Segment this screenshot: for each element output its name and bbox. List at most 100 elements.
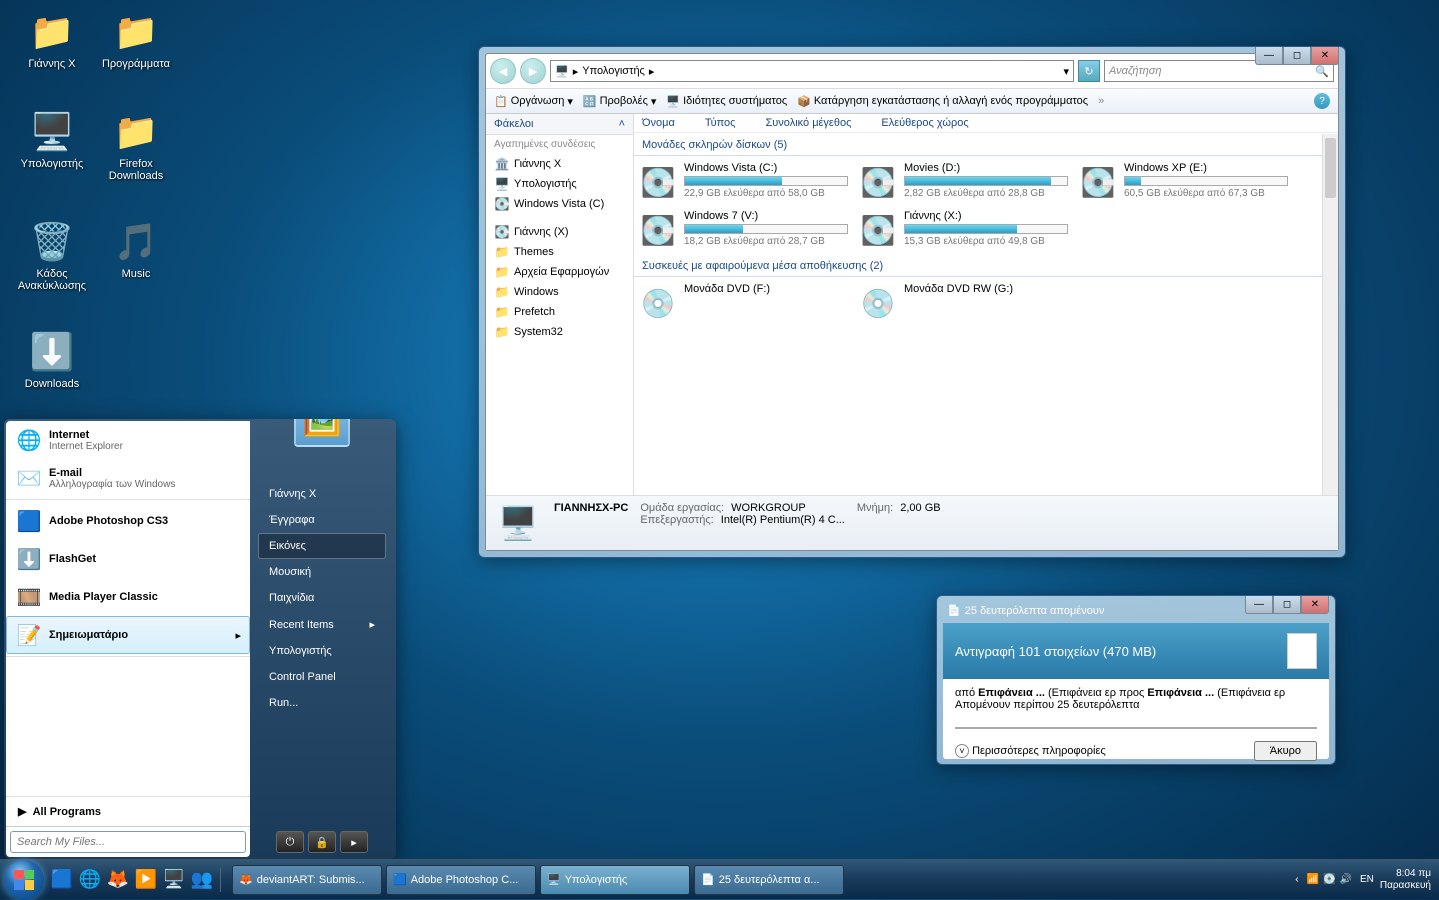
address-bar[interactable]: 🖥️ ▸ Υπολογιστής ▸ ▾ [550, 60, 1074, 82]
minimize-button[interactable]: — [1245, 596, 1273, 614]
user-avatar[interactable]: 🖼️ [294, 419, 350, 447]
desktop-icon[interactable]: 🗑️Κάδος Ανακύκλωσης [12, 218, 92, 292]
start-menu-right-item[interactable]: Recent Items▸ [258, 611, 386, 638]
κάδος-ανακύκλωσης-icon: 🗑️ [28, 218, 76, 266]
tray-icon[interactable]: 📶 [1307, 874, 1319, 885]
music-icon: 🎵 [112, 218, 160, 266]
views-button[interactable]: 🔠 Προβολές ▾ [583, 95, 657, 108]
taskbar-task[interactable]: 🖥️Υπολογιστής [540, 865, 690, 895]
desktop-icon[interactable]: 📁Γιάννης X [12, 8, 92, 70]
cancel-button[interactable]: Άκυρο [1254, 741, 1317, 761]
desktop-icon[interactable]: 📁Προγράμματα [96, 8, 176, 70]
start-menu-right-item[interactable]: Μουσική [258, 559, 386, 585]
start-search-input[interactable] [10, 831, 246, 853]
tree-item[interactable]: 🖥️Υπολογιστής [486, 174, 633, 194]
column-header[interactable]: Τύπος [705, 117, 736, 129]
close-button[interactable]: ✕ [1301, 596, 1329, 614]
drive-item[interactable]: 💿Μονάδα DVD (F:) [638, 283, 848, 323]
maximize-button[interactable]: ◻ [1283, 47, 1311, 65]
drive-icon: 💽 [638, 210, 678, 250]
help-button[interactable]: ? [1314, 93, 1330, 109]
language-indicator[interactable]: EN [1360, 874, 1374, 885]
favorites-header: Αγαπημένες συνδέσεις [486, 135, 633, 154]
tree-item[interactable]: 🏛️Γιάννης X [486, 154, 633, 174]
tree-item[interactable]: 💽Windows Vista (C) [486, 194, 633, 214]
nav-forward-button[interactable]: ► [520, 58, 546, 84]
start-menu-right-item[interactable]: Control Panel [258, 664, 386, 690]
start-menu-right-item[interactable]: Run... [258, 690, 386, 716]
desktop-icon[interactable]: 🖥️Υπολογιστής [12, 108, 92, 170]
nav-back-button[interactable]: ◄ [490, 58, 516, 84]
app-icon: 🌐 [15, 426, 43, 454]
power-options-button[interactable]: ▸ [340, 831, 368, 853]
tree-item[interactable]: 📁Windows [486, 282, 633, 302]
tray-icon[interactable]: 💽 [1323, 874, 1335, 885]
desktop-icon[interactable]: ⬇️Downloads [12, 328, 92, 390]
folder-icon: 💽 [494, 224, 510, 240]
maximize-button[interactable]: ◻ [1273, 596, 1301, 614]
uninstall-button[interactable]: 📦 Κατάργηση εγκατάστασης ή αλλαγή ενός π… [797, 95, 1088, 108]
tree-item[interactable]: 💽Γιάννης (X) [486, 222, 633, 242]
system-properties-button[interactable]: 🖥️ Ιδιότητες συστήματος [666, 95, 787, 108]
power-button[interactable]: ⏻ [276, 831, 304, 853]
drive-item[interactable]: 💽Windows 7 (V:)18,2 GB ελεύθερα από 28,7… [638, 210, 848, 250]
start-menu-right-item[interactable]: Παιχνίδια [258, 585, 386, 611]
quicklaunch-item[interactable]: 🟦 [48, 865, 76, 895]
column-header[interactable]: Όνομα [642, 117, 675, 129]
status-bar: 🖥️ ΓΙΑΝΝΗΣΧ-PC Ομάδα εργασίας: WORKGROUP… [486, 495, 1338, 550]
drive-item[interactable]: 💽Windows Vista (C:)22,9 GB ελεύθερα από … [638, 162, 848, 202]
quicklaunch-item[interactable]: 👥 [188, 865, 216, 895]
start-menu-right-item[interactable]: Εικόνες [258, 533, 386, 559]
drive-item[interactable]: 💽Movies (D:)2,82 GB ελεύθερα από 28,8 GB [858, 162, 1068, 202]
group-removable[interactable]: Συσκευές με αφαιρούμενα μέσα αποθήκευσης… [634, 256, 1338, 277]
drive-item[interactable]: 💽Γιάννης (X:)15,3 GB ελεύθερα από 49,8 G… [858, 210, 1068, 250]
copy-dialog: — ◻ ✕ 📄 25 δευτερόλεπτα απομένουν Αντιγρ… [936, 595, 1336, 765]
folders-header[interactable]: Φάκελοι˄ [486, 114, 633, 135]
quicklaunch-item[interactable]: ▶️ [132, 865, 160, 895]
drive-item[interactable]: 💿Μονάδα DVD RW (G:) [858, 283, 1068, 323]
tray-expand[interactable]: ‹ [1295, 874, 1298, 885]
system-tray: ‹ 📶 💽 🔊 EN 8:04 πμ Παρασκευή [1287, 868, 1439, 892]
breadcrumb[interactable]: Υπολογιστής [582, 65, 645, 77]
copy-banner: Αντιγραφή 101 στοιχείων (470 MB) [943, 623, 1329, 679]
start-menu-item[interactable]: 🎞️Media Player Classic [6, 578, 250, 616]
tray-icon[interactable]: 🔊 [1340, 874, 1352, 885]
column-header[interactable]: Ελεύθερος χώρος [881, 117, 968, 129]
taskbar-task[interactable]: 📄25 δευτερόλεπτα α... [694, 865, 844, 895]
start-menu-right-item[interactable]: Γιάννης X [258, 481, 386, 507]
start-menu-item[interactable]: 🌐InternetInternet Explorer [6, 421, 250, 459]
lock-button[interactable]: 🔒 [308, 831, 336, 853]
organize-button[interactable]: 📋 Οργάνωση ▾ [494, 95, 573, 108]
taskbar-task[interactable]: 🟦Adobe Photoshop C... [386, 865, 536, 895]
start-menu-item[interactable]: 🟦Adobe Photoshop CS3 [6, 502, 250, 540]
group-hard-drives[interactable]: Μονάδες σκληρών δίσκων (5) ˄ [634, 135, 1338, 156]
scrollbar[interactable] [1322, 134, 1338, 495]
desktop-icon[interactable]: 🎵Music [96, 218, 176, 280]
more-info-toggle[interactable]: ˅ Περισσότερες πληροφορίες [955, 744, 1106, 758]
start-menu-right-item[interactable]: Υπολογιστής [258, 638, 386, 664]
tree-item[interactable]: 📁Αρχεία Εφαρμογών [486, 262, 633, 282]
all-programs[interactable]: ▶ All Programs [6, 796, 250, 826]
tree-item[interactable]: 📁Prefetch [486, 302, 633, 322]
tree-item[interactable]: 📁Themes [486, 242, 633, 262]
quicklaunch-item[interactable]: 🦊 [104, 865, 132, 895]
minimize-button[interactable]: — [1255, 47, 1283, 65]
start-menu-item[interactable]: ✉️E-mailΑλληλογραφία των Windows [6, 459, 250, 497]
column-header[interactable]: Συνολικό μέγεθος [765, 117, 851, 129]
clock[interactable]: 8:04 πμ Παρασκευή [1380, 868, 1431, 892]
close-button[interactable]: ✕ [1311, 47, 1339, 65]
start-button[interactable] [4, 860, 44, 900]
quicklaunch-item[interactable]: 🖥️ [160, 865, 188, 895]
start-menu-item[interactable]: ⬇️FlashGet [6, 540, 250, 578]
tree-item[interactable]: 📁System32 [486, 322, 633, 342]
start-menu-item[interactable]: 📝Σημειωματάριο▸ [6, 616, 250, 654]
desktop-icon[interactable]: 📁Firefox Downloads [96, 108, 176, 182]
quicklaunch-item[interactable]: 🌐 [76, 865, 104, 895]
firefox-downloads-icon: 📁 [112, 108, 160, 156]
tree-icon: 🖥️ [494, 176, 510, 192]
drive-item[interactable]: 💽Windows XP (E:)60,5 GB ελεύθερα από 67,… [1078, 162, 1288, 202]
computer-icon: 🖥️ [494, 502, 542, 544]
start-menu-right-item[interactable]: Έγγραφα [258, 507, 386, 533]
refresh-button[interactable]: ↻ [1078, 60, 1100, 82]
taskbar-task[interactable]: 🦊deviantART: Submis... [232, 865, 382, 895]
